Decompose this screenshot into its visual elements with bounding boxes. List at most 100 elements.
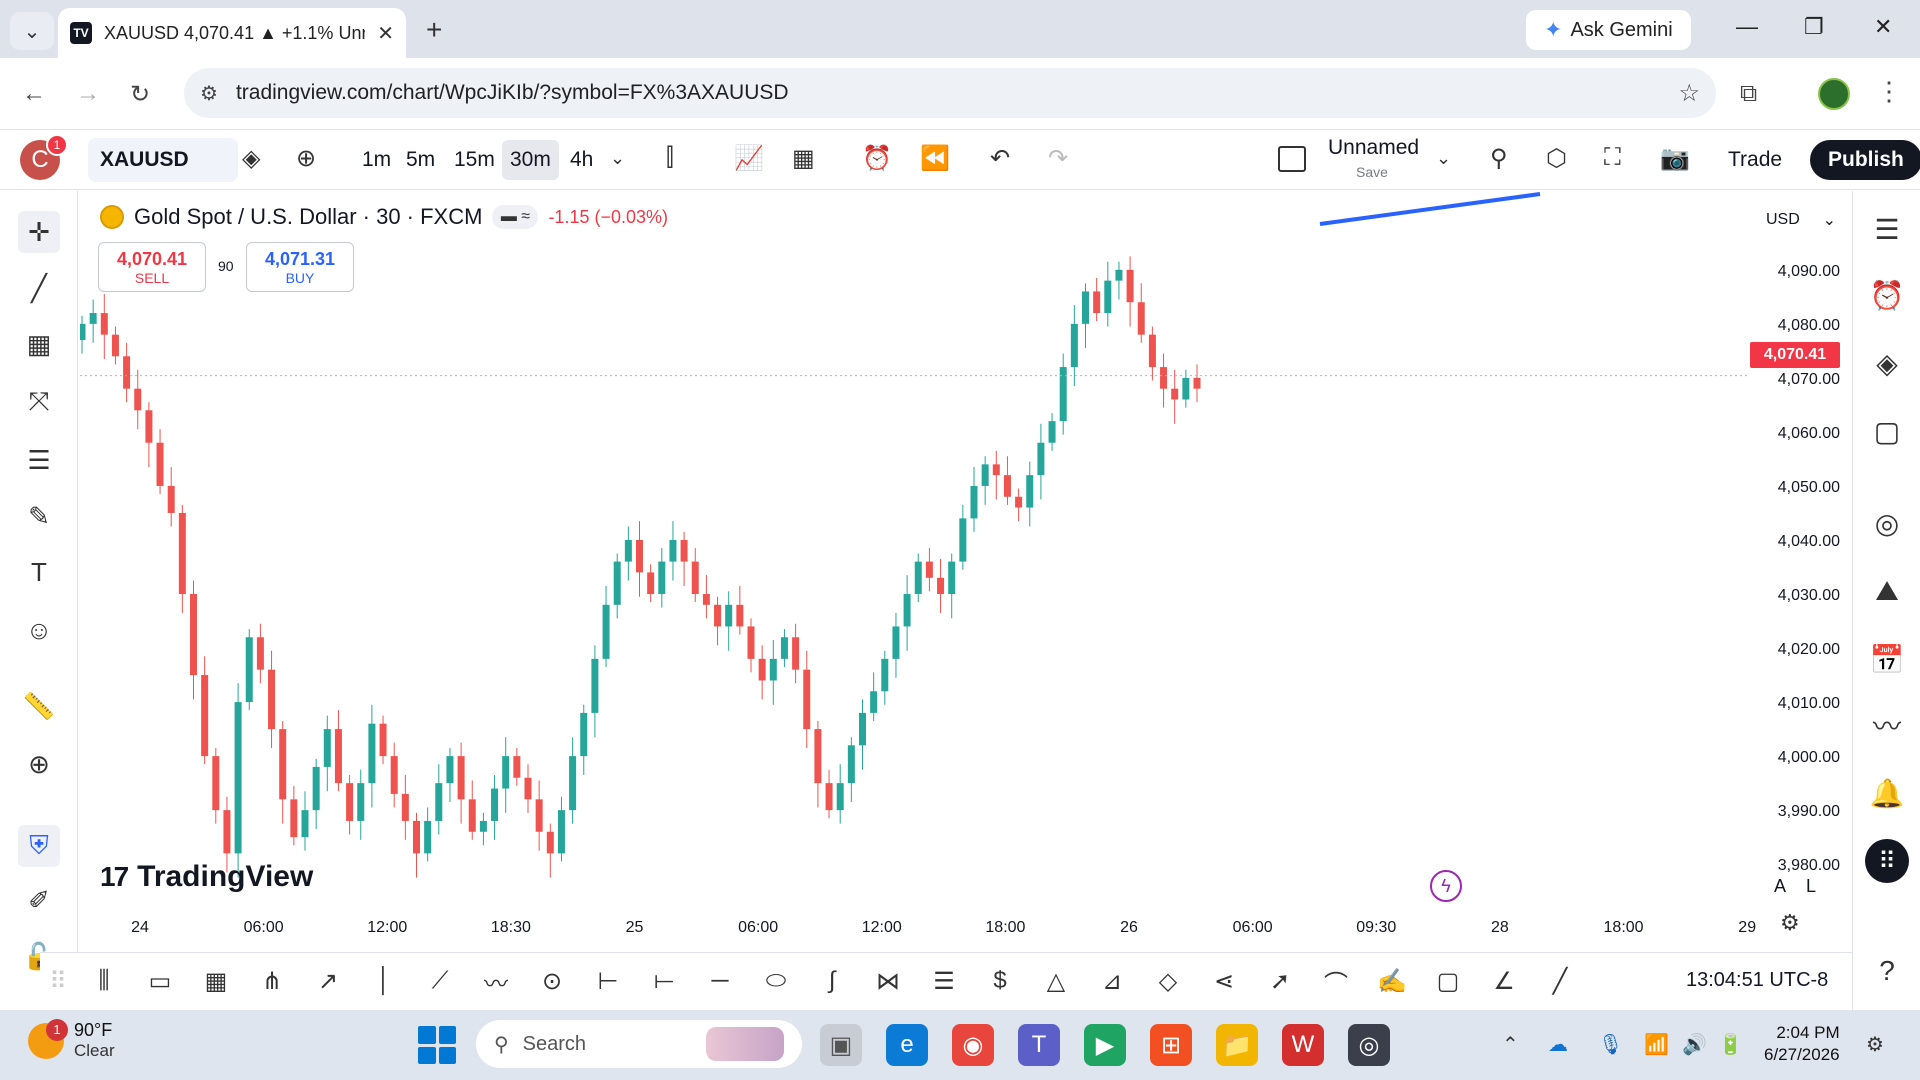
wps-office-icon[interactable]: W — [1282, 1024, 1324, 1066]
layout-square-icon[interactable] — [1278, 146, 1306, 172]
url-text[interactable]: tradingview.com/chart/WpcJiKIb/?symbol=F… — [236, 81, 789, 105]
back-arrow-icon[interactable]: ← — [22, 80, 46, 108]
trend-angle-icon[interactable]: ∠ — [1486, 963, 1522, 999]
extended-line-icon[interactable]: ⟋ — [422, 963, 458, 999]
trade-button[interactable]: Trade — [1712, 140, 1798, 180]
site-info-icon[interactable]: ⚙ — [200, 81, 218, 106]
notifications-icon[interactable]: ⚙ — [1866, 1032, 1884, 1057]
arc-icon[interactable]: ⌒ — [1318, 963, 1354, 999]
help-icon[interactable]: ? — [1865, 949, 1909, 993]
circle-icon[interactable]: ⊙ — [534, 963, 570, 999]
browser-tab[interactable]: TV XAUUSD 4,070.41 ▲ +1.1% Unnamed ✕ — [58, 8, 406, 58]
pattern-icon[interactable]: ⤧ — [18, 381, 60, 423]
wifi-icon[interactable]: 📶 — [1644, 1032, 1669, 1057]
angle-icon[interactable]: ⊿ — [1094, 963, 1130, 999]
snapshot-camera-icon[interactable]: 📷 — [1660, 144, 1690, 173]
news-signal-icon[interactable]: 〰 — [1865, 703, 1909, 747]
interval-15m[interactable]: 15m — [446, 140, 503, 180]
notifications-bell-icon[interactable]: 🔔 — [1865, 771, 1909, 815]
pitchfork-icon[interactable]: ⋔ — [254, 963, 290, 999]
undo-icon[interactable]: ↶ — [990, 144, 1010, 173]
diamond-icon[interactable]: ◇ — [1150, 963, 1186, 999]
chart-settings-gear-icon[interactable]: ⚙ — [1780, 910, 1800, 936]
bookmark-star-icon[interactable]: ☆ — [1678, 79, 1700, 108]
currency-selector[interactable]: USD ⌄ — [1758, 204, 1844, 236]
watchlist-icon[interactable]: ☰ — [1865, 207, 1909, 251]
layout-save-label[interactable]: Save — [1356, 164, 1388, 180]
instrument-title[interactable]: Gold Spot / U.S. Dollar · 30 · FXCM — [134, 204, 482, 230]
line-segment-icon[interactable]: ╱ — [1542, 963, 1578, 999]
user-avatar[interactable]: C 1 — [20, 134, 68, 180]
alert-clock-icon[interactable]: ⏰ — [862, 144, 892, 173]
polyline-icon[interactable]: ⋖ — [1206, 963, 1242, 999]
extensions-puzzle-icon[interactable]: ⧉ — [1740, 80, 1757, 108]
new-tab-plus-icon[interactable]: + — [426, 14, 442, 46]
callout-icon[interactable]: ▭ — [142, 963, 178, 999]
microsoft-store-icon[interactable]: ⊞ — [1150, 1024, 1192, 1066]
vertical-line-icon[interactable]: │ — [366, 963, 402, 999]
bars-icon[interactable]: ⫼ — [86, 963, 122, 999]
ideas-icon[interactable]: ⛰ — [1865, 569, 1909, 613]
redo-icon[interactable]: ↷ — [1048, 144, 1068, 173]
obs-studio-icon[interactable]: ◎ — [1348, 1024, 1390, 1066]
trend-line-icon[interactable]: ╱ — [18, 267, 60, 309]
window-close-icon[interactable]: ✕ — [1874, 14, 1892, 40]
edge-browser-icon[interactable]: e — [886, 1024, 928, 1066]
interval-4h[interactable]: 4h — [562, 140, 601, 180]
symbol-diamond-icon[interactable]: ◈ — [242, 144, 260, 173]
compare-symbol-icon[interactable]: ⊕ — [296, 144, 316, 173]
play-store-icon[interactable]: ▶ — [1084, 1024, 1126, 1066]
apps-grid-icon[interactable]: ⠿ — [1865, 839, 1909, 883]
log-scale-toggle[interactable]: L — [1806, 876, 1816, 897]
layout-grid-icon[interactable]: ▦ — [792, 144, 815, 173]
interval-30m[interactable]: 30m — [502, 140, 559, 180]
tradingview-logo[interactable]: 17 TradingView — [100, 860, 313, 894]
text-tool-icon[interactable]: T — [18, 551, 60, 593]
volume-icon[interactable]: 🔊 — [1682, 1032, 1707, 1057]
settings-hexagon-icon[interactable]: ⬡ — [1546, 144, 1567, 173]
layout-name[interactable]: Unnamed — [1328, 136, 1419, 160]
layers-icon[interactable]: ◈ — [1865, 341, 1909, 385]
zoom-in-icon[interactable]: ⊕ — [18, 743, 60, 785]
profile-avatar[interactable] — [1818, 78, 1850, 110]
browser-menu-icon[interactable]: ⋮ — [1876, 76, 1902, 107]
price-range-icon[interactable]: $ — [982, 963, 1018, 999]
ask-gemini-button[interactable]: ✦ Ask Gemini — [1526, 10, 1691, 50]
auto-scale-toggle[interactable]: A — [1774, 876, 1786, 897]
intervals-dropdown-icon[interactable]: ⌄ — [610, 148, 625, 169]
interval-5m[interactable]: 5m — [398, 140, 443, 180]
chart-clock[interactable]: 13:04:51 UTC-8 — [1686, 969, 1828, 992]
horizontal-line-icon[interactable]: ─ — [702, 963, 738, 999]
curve-icon[interactable]: ∫ — [814, 963, 850, 999]
edit-lock-icon[interactable]: ✐ — [18, 879, 60, 921]
weather-widget[interactable]: 1 90°F Clear — [28, 1018, 115, 1061]
close-tab-icon[interactable]: ✕ — [377, 21, 394, 46]
teams-icon[interactable]: T — [1018, 1024, 1060, 1066]
fib-retracement-icon[interactable]: ☰ — [926, 963, 962, 999]
publish-button[interactable]: Publish — [1810, 140, 1920, 180]
drag-handle-icon[interactable]: ⠿ — [40, 963, 76, 999]
restore-icon[interactable]: ❐ — [1804, 14, 1824, 40]
fullscreen-icon[interactable]: ⛶ — [1604, 144, 1621, 172]
price-chart[interactable]: 4,090.00 4,080.00 4,070.00 4,060.00 4,050.00… — [80, 192, 1850, 940]
replay-icon[interactable]: ⏪ — [920, 144, 950, 173]
target-icon[interactable]: ◎ — [1865, 501, 1909, 545]
fib-grid-icon[interactable]: ▦ — [18, 323, 60, 365]
tab-search-chevron-icon[interactable]: ⌄ — [10, 12, 54, 50]
tray-clock[interactable]: 2:04 PM 6/27/2026 — [1764, 1022, 1840, 1066]
ellipse-icon[interactable]: ⬭ — [758, 963, 794, 999]
taskbar-search[interactable]: ⚲ Search — [476, 1020, 802, 1068]
omnibox[interactable]: ⚙ tradingview.com/chart/WpcJiKIb/?symbol… — [184, 68, 1716, 118]
symbol-search[interactable]: XAUUSD — [88, 138, 238, 182]
grid-icon[interactable]: ▦ — [198, 963, 234, 999]
forward-arrow-icon[interactable]: → — [76, 80, 100, 108]
indicators-icon[interactable]: 📈 — [734, 144, 764, 173]
microphone-icon[interactable]: 🎙 — [1598, 1032, 1623, 1057]
chrome-browser-icon[interactable]: ◉ — [952, 1024, 994, 1066]
horizontal-ray-icon[interactable]: ⟝ — [646, 963, 682, 999]
ray-icon[interactable]: ↗ — [310, 963, 346, 999]
onedrive-cloud-icon[interactable]: ☁ — [1548, 1032, 1568, 1057]
lightning-icon[interactable]: ϟ — [1430, 870, 1462, 902]
calendar-icon[interactable]: 📅 — [1865, 637, 1909, 681]
rectangle-icon[interactable]: ▢ — [1430, 963, 1466, 999]
